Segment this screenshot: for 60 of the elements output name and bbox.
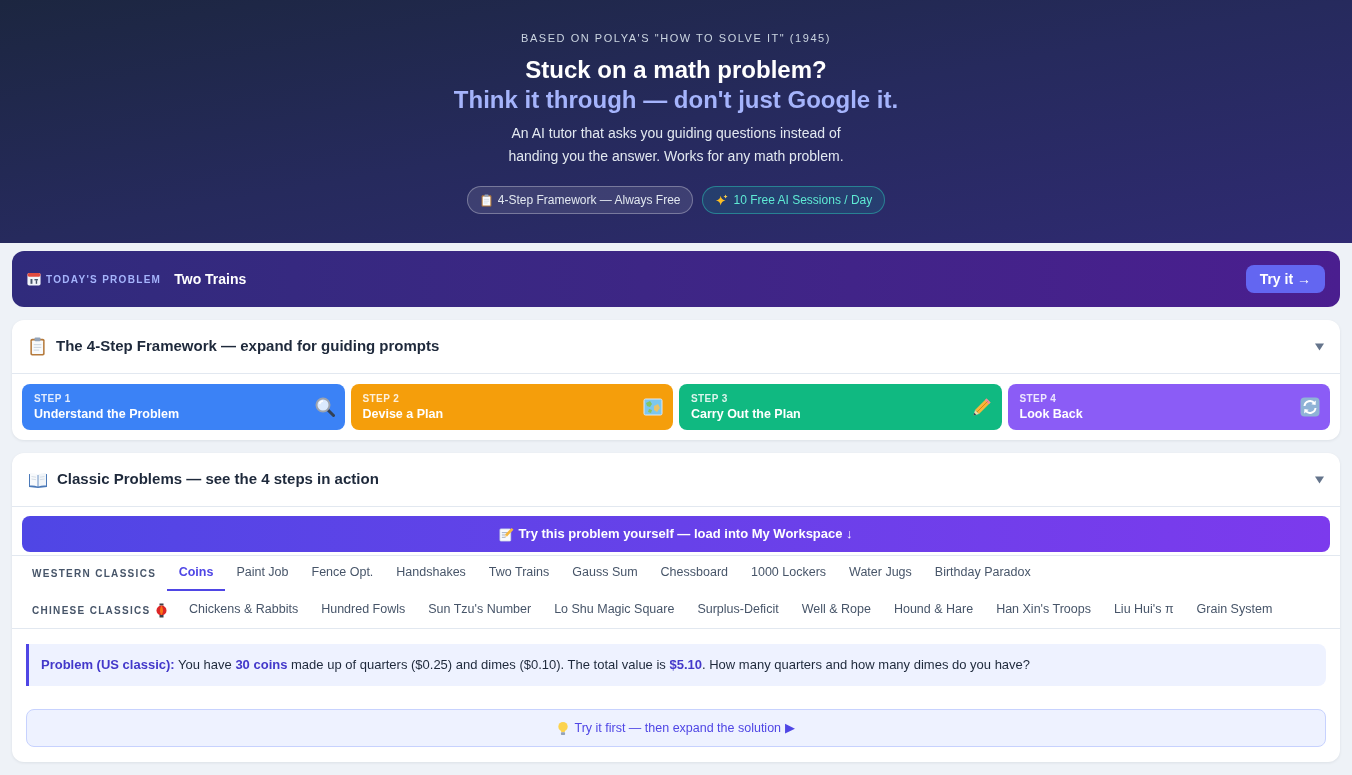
hero-eyebrow: BASED ON POLYA'S "HOW TO SOLVE IT" (1945) (521, 31, 831, 45)
problem-tab[interactable]: Paint Job (224, 556, 300, 591)
group-label: WESTERN CLASSICS (32, 567, 157, 581)
step-card[interactable]: STEP 1 Understand the Problem (22, 384, 345, 430)
map-icon (643, 397, 663, 417)
problem-statement: Problem (US classic): You have 30 coins made up of quarters ($0.25) and dimes ($0.10). The total value is $5.10. How many quarters and how many dimes do you have? (41, 656, 1031, 675)
problem-tab[interactable]: Surplus-Deficit (685, 593, 791, 628)
step-number: STEP 3 (691, 392, 729, 405)
step-title: Understand the Problem (34, 406, 180, 422)
load-workspace-button[interactable]: Try this problem yourself — load into My Workspace ↓ (22, 516, 1330, 552)
hero-subtitle: An AI tutor that asks you guiding questions instead of handing you the answer. Works for any math problem. (507, 124, 845, 166)
group-label: CHINESE CLASSICS (32, 604, 151, 618)
refresh-icon (1300, 397, 1320, 417)
sparkles-icon (715, 193, 729, 207)
reveal-solution-button[interactable]: Try it first — then expand the solution ▶ (26, 709, 1326, 747)
problem-tab[interactable]: Sun Tzu's Number (416, 593, 543, 628)
problem-tab[interactable]: Fence Opt. (300, 556, 385, 591)
problem-tab[interactable]: Hound & Hare (882, 593, 985, 628)
calendar-icon (27, 272, 41, 286)
step-number: STEP 2 (362, 392, 401, 405)
lightbulb-icon (557, 720, 570, 736)
problem-tab[interactable]: Two Trains (477, 556, 561, 591)
caret-down-icon[interactable] (1315, 342, 1324, 351)
caret-down-icon[interactable] (1315, 475, 1324, 484)
problem-tab[interactable]: Gauss Sum (560, 556, 650, 591)
section-title: The 4-Step Framework — expand for guiding prompts (56, 336, 440, 357)
open-book-icon (28, 470, 48, 489)
step-title: Devise a Plan (362, 406, 444, 422)
pencil-icon (971, 397, 992, 417)
clipboard-icon (28, 337, 47, 356)
step-number: STEP 4 (1019, 392, 1058, 405)
problem-tab[interactable]: Han Xin's Troops (984, 593, 1103, 628)
problem-tab[interactable]: 1000 Lockers (739, 556, 838, 591)
daily-problem-title: Two Trains (174, 269, 247, 289)
magnifier-icon (314, 397, 335, 417)
hero-title: Stuck on a math problem? (525, 55, 827, 85)
hero-tagline: Think it through — don't just Google it. (453, 85, 899, 115)
problem-tab[interactable]: Water Jugs (837, 556, 924, 591)
problem-tab[interactable]: Well & Rope (790, 593, 883, 628)
problem-tab[interactable]: Birthday Paradox (923, 556, 1043, 591)
step-card[interactable]: STEP 4 Look Back (1007, 384, 1330, 430)
problem-tab[interactable]: Hundred Fowls (309, 593, 417, 628)
problem-tab[interactable]: Chickens & Rabbits (177, 593, 310, 628)
clipboard-icon (479, 193, 493, 207)
problem-tab[interactable]: Chessboard (649, 556, 740, 591)
badge-label: 10 Free AI Sessions / Day (733, 192, 873, 209)
try-it-button[interactable]: Try it → (1245, 265, 1325, 293)
lantern-icon (155, 603, 167, 618)
problem-tab[interactable]: Grain System (1185, 593, 1284, 628)
step-title: Carry Out the Plan (691, 406, 801, 422)
problem-tab[interactable]: Coins (167, 556, 225, 591)
problem-tab[interactable]: Lo Shu Magic Square (542, 593, 686, 628)
step-number: STEP 1 (34, 392, 72, 405)
problem-tab[interactable]: Liu Hui's π (1102, 593, 1186, 628)
memo-icon (499, 526, 515, 542)
problem-tab[interactable]: Handshakes (384, 556, 478, 591)
badge-label: 4-Step Framework — Always Free (497, 192, 681, 209)
section-title: Classic Problems — see the 4 steps in action (57, 469, 379, 490)
daily-problem-label: TODAY'S PROBLEM (46, 272, 162, 287)
step-title: Look Back (1019, 406, 1083, 422)
